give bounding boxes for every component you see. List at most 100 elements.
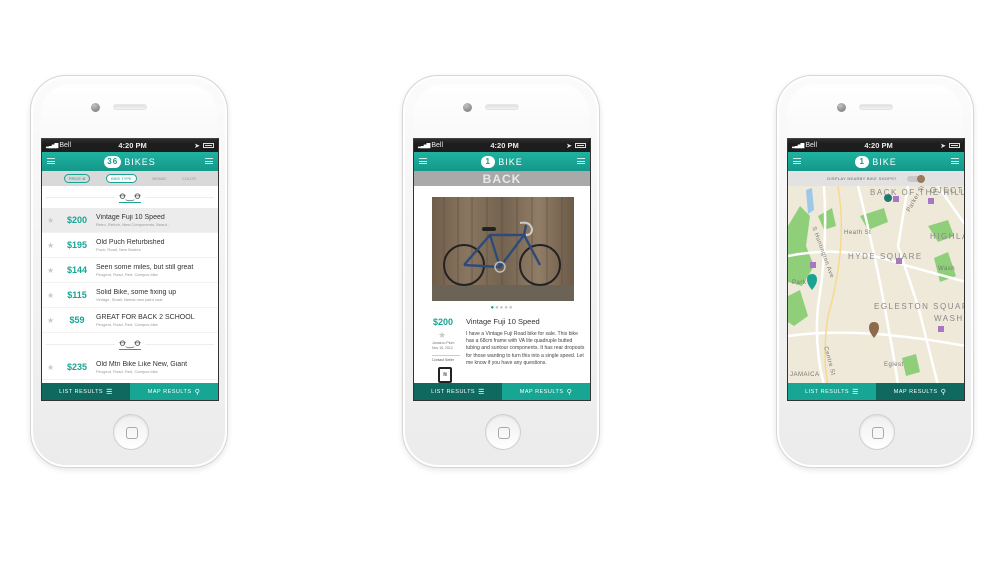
speaker xyxy=(859,104,893,110)
star-icon[interactable]: ★ xyxy=(47,241,58,250)
camera xyxy=(837,103,846,112)
list-item[interactable]: ★ $59 GREAT FOR BACK 2 SCHOOL Peugeot, Road… xyxy=(42,308,218,333)
star-icon[interactable]: ★ xyxy=(47,266,58,275)
map-label-hyde-square: HYDE SQUARE xyxy=(848,252,923,261)
result-count: 1 xyxy=(855,155,870,168)
nav-title: BIKE xyxy=(872,156,897,167)
menu-icon-right[interactable] xyxy=(577,158,585,164)
tab-list-label: LIST RESULTS xyxy=(431,388,476,395)
home-button[interactable] xyxy=(859,414,895,450)
listing-date: Nov 16, 2012 xyxy=(432,346,453,350)
tab-map-label: MAP RESULTS xyxy=(519,388,564,395)
tab-list-results[interactable]: LIST RESULTS ☰ xyxy=(788,383,876,400)
filter-brand[interactable]: BRAND xyxy=(152,176,166,181)
photo-pager[interactable]: ●●●●● xyxy=(414,305,590,311)
item-tags: Puch, Road, New Brakes xyxy=(96,246,141,252)
filter-price[interactable]: PRICE ⊕ xyxy=(63,174,91,183)
list-item[interactable]: ★ $195 Old Puch Refurbished Puch, Road, New… xyxy=(42,233,218,258)
item-tags: Peugeot, Road, Red, Campus bike xyxy=(96,368,158,374)
tab-list-results[interactable]: LIST RESULTS ☰ xyxy=(42,383,130,400)
clock: 4:20 PM xyxy=(118,141,147,150)
bike-photo[interactable] xyxy=(432,197,574,301)
tab-list-label: LIST RESULTS xyxy=(59,388,104,395)
map-label-egleston-square: EGLESTON SQUARE xyxy=(874,302,964,311)
back-button[interactable]: BACK xyxy=(414,171,590,186)
nav-bar: 1 BIKE xyxy=(788,152,964,171)
nav-bar: 1 BIKE xyxy=(414,152,590,171)
menu-icon[interactable] xyxy=(419,158,427,164)
speaker xyxy=(485,104,519,110)
tab-map-results[interactable]: MAP RESULTS ⚲ xyxy=(502,383,590,400)
tab-map-label: MAP RESULTS xyxy=(893,388,938,395)
bike-shop-toggle[interactable] xyxy=(906,174,925,183)
carrier: Bell xyxy=(59,142,72,149)
home-button[interactable] xyxy=(485,414,521,450)
battery-icon xyxy=(574,143,586,148)
star-icon[interactable]: ★ xyxy=(47,316,58,325)
map-illustration xyxy=(788,186,964,385)
tab-map-results[interactable]: MAP RESULTS ⚲ xyxy=(130,383,218,400)
results-list: ꝋ‿ꝋ ★ $200 Vintage Fuji 10 Speed Retro, Ref… xyxy=(42,186,218,385)
status-bar: ▂▃▅▇ Bell 4:20 PM ➤ xyxy=(42,139,218,152)
result-count: 1 xyxy=(481,155,496,168)
bike-icon: ꝋ‿ꝋ xyxy=(118,337,142,350)
screen: ▂▃▅▇ Bell 4:20 PM ➤ 36 BIKES PRICE ⊕ BIK… xyxy=(41,138,219,401)
nav-bar: 36 BIKES xyxy=(42,152,218,171)
listing-price: $200 xyxy=(433,317,454,327)
item-price: $115 xyxy=(67,290,87,300)
menu-icon[interactable] xyxy=(47,158,55,164)
location-icon: ➤ xyxy=(566,142,572,150)
list-item[interactable]: ★ $144 Seen some miles, but still great Peu… xyxy=(42,258,218,283)
wifi-icon[interactable]: ≋ xyxy=(438,367,452,383)
map-label-highland-park: HIGHLA PARK xyxy=(930,232,964,241)
list-icon: ☰ xyxy=(852,388,859,396)
pin-icon: ⚲ xyxy=(194,388,201,396)
filter-color[interactable]: COLOR xyxy=(182,176,196,181)
item-info: Seen some miles, but still great Peugeot,… xyxy=(96,264,218,277)
status-bar: ▂▃▅▇ Bell 4:20 PM ➤ xyxy=(788,139,964,152)
nav-title: BIKES xyxy=(124,156,156,167)
menu-icon-right[interactable] xyxy=(951,158,959,164)
bike-photo-illustration xyxy=(432,197,574,301)
item-info: Solid Bike, some fixing up Vintage, Small… xyxy=(96,289,218,302)
nav-title: BIKE xyxy=(498,156,523,167)
phone-map-view: ▂▃▅▇ Bell 4:20 PM ➤ 1 BIKE DISPLAY NEARB… xyxy=(776,75,974,468)
star-icon[interactable]: ★ xyxy=(438,330,446,341)
map-label-eglest: Eglest xyxy=(884,362,904,368)
menu-icon-right[interactable] xyxy=(205,158,213,164)
star-icon[interactable]: ★ xyxy=(47,291,58,300)
filter-bike-type[interactable]: BIKE TYPE xyxy=(106,174,137,183)
list-item[interactable]: ★ $200 Vintage Fuji 10 Speed Retro, Refurb,… xyxy=(42,208,218,233)
item-info: Old Puch Refurbished Puch, Road, New Brak… xyxy=(96,239,218,252)
map-view[interactable]: BACK OF THE HILL OJECTS HIGHLA PARK HYDE… xyxy=(788,186,964,385)
clock: 4:20 PM xyxy=(490,141,519,150)
list-item[interactable]: ★ $115 Solid Bike, some fixing up Vintage, … xyxy=(42,283,218,308)
result-count: 36 xyxy=(104,155,122,168)
listing-description: I have a Vintage Fuji Road bike for sale… xyxy=(466,331,585,366)
menu-icon[interactable] xyxy=(793,158,801,164)
clock: 4:20 PM xyxy=(864,141,893,150)
map-label-park: Park xyxy=(792,280,807,286)
signal-icon: ▂▃▅▇ xyxy=(46,143,58,149)
tab-map-results[interactable]: MAP RESULTS ⚲ xyxy=(876,383,964,400)
tab-list-results[interactable]: LIST RESULTS ☰ xyxy=(414,383,502,400)
home-button[interactable] xyxy=(113,414,149,450)
item-tags: Vintage, Small, Needs new paint coat xyxy=(96,296,163,302)
contact-seller-link[interactable]: Contact Seller xyxy=(432,355,460,362)
star-icon[interactable]: ★ xyxy=(47,363,58,372)
item-title: Solid Bike, some fixing up xyxy=(96,288,177,296)
battery-icon xyxy=(948,143,960,148)
screen: ▂▃▅▇ Bell 4:20 PM ➤ 1 BIKE BACK ●●●●● $2… xyxy=(413,138,591,401)
list-item[interactable]: ★ $235 Old Mtn Bike Like New, Giant Peugeot… xyxy=(42,355,218,380)
item-price: $195 xyxy=(66,240,88,250)
item-price: $200 xyxy=(66,215,88,225)
carrier: Bell xyxy=(805,142,818,149)
star-icon[interactable]: ★ xyxy=(47,216,58,225)
item-price: $144 xyxy=(66,265,88,275)
bike-shop-toggle-bar: DISPLAY NEARBY BIKE SHOPS? xyxy=(788,171,964,186)
map-label-jamaica: JAMAICA xyxy=(790,372,820,378)
map-label-wash-st: Wash xyxy=(938,266,956,272)
tab-list-label: LIST RESULTS xyxy=(805,388,850,395)
phone-detail-view: ▂▃▅▇ Bell 4:20 PM ➤ 1 BIKE BACK ●●●●● $2… xyxy=(402,75,600,468)
item-price: $59 xyxy=(69,315,85,325)
